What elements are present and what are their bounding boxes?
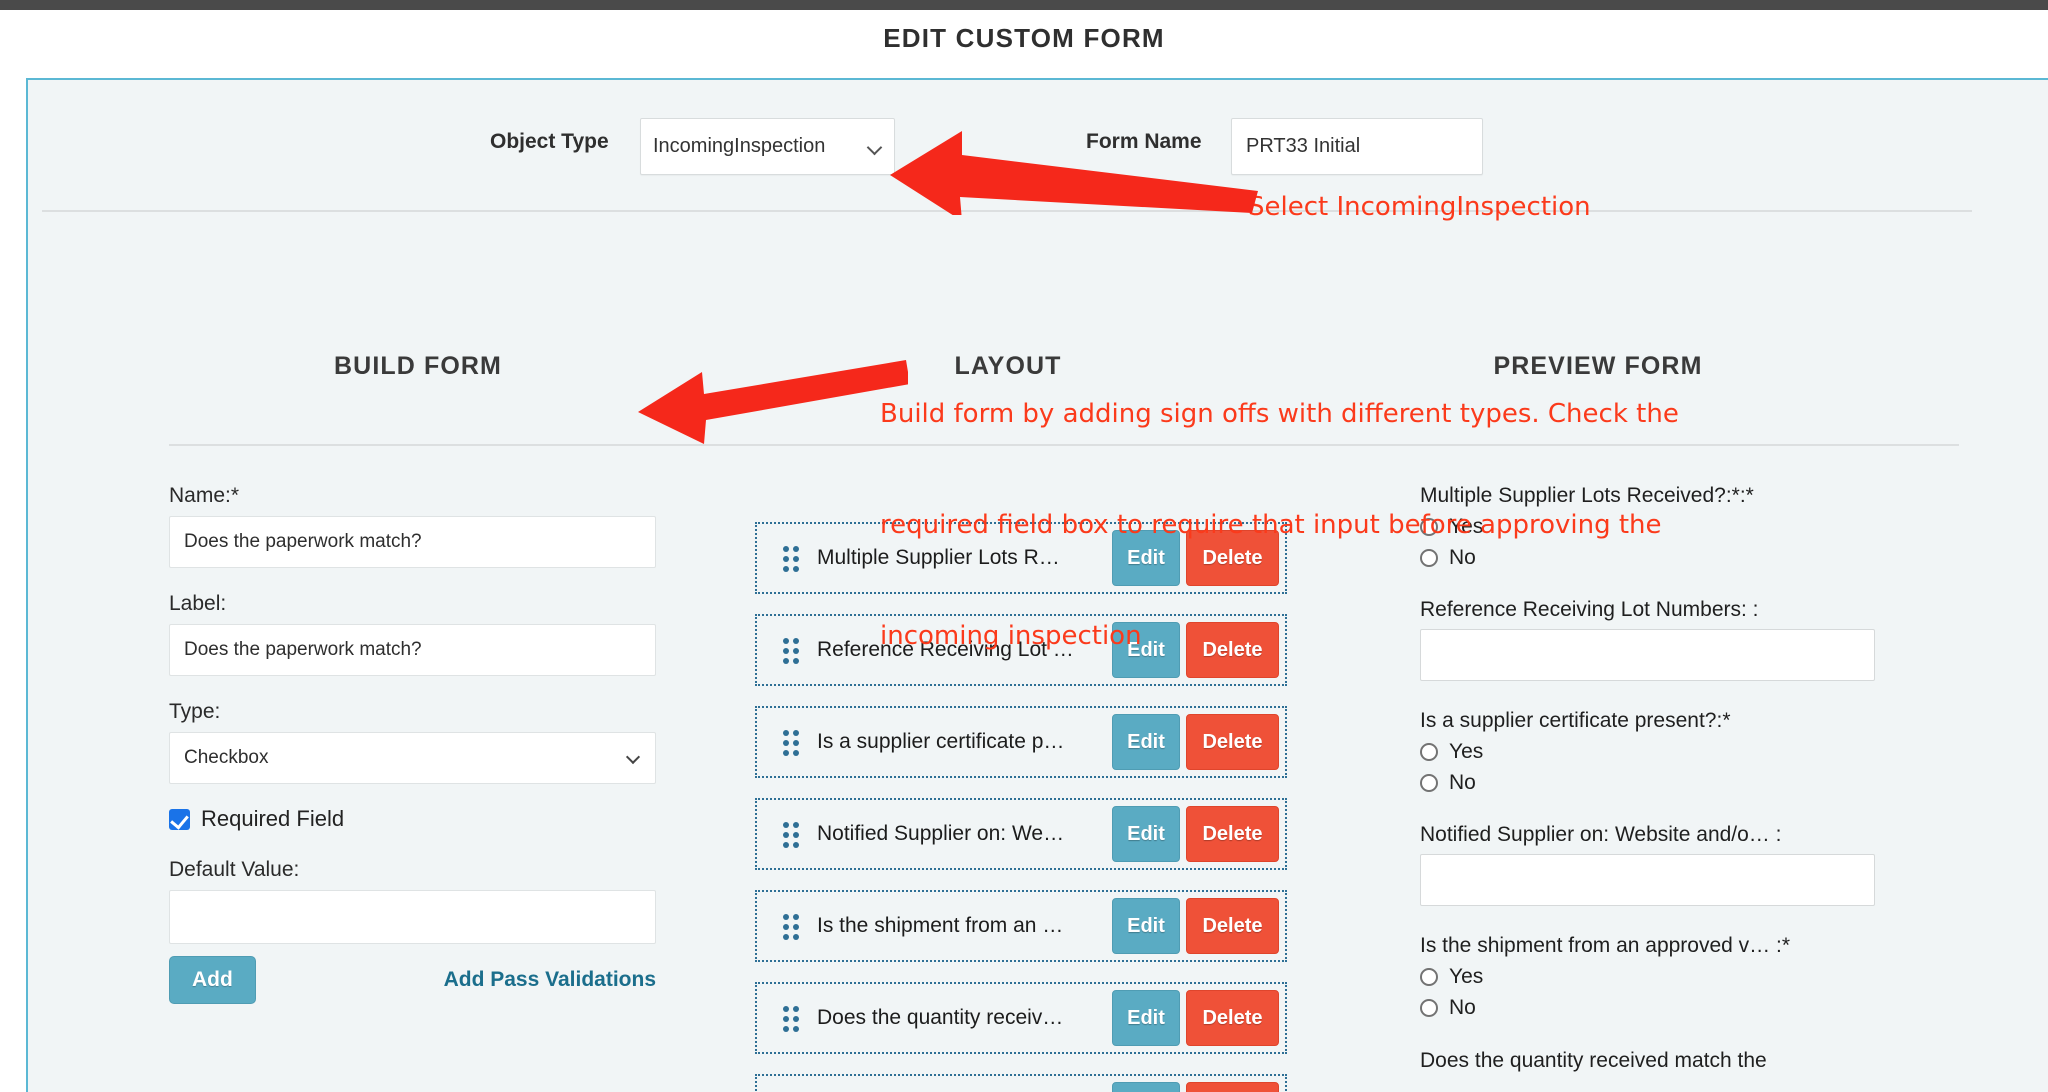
annotation-build-form-help: Build form by adding sign offs with diff… xyxy=(880,322,1679,729)
object-type-select-value: IncomingInspection xyxy=(653,135,826,157)
preview-radio-label: Yes xyxy=(1449,965,1484,988)
chevron-down-icon xyxy=(868,140,882,154)
radio-button-icon[interactable] xyxy=(1420,968,1438,986)
required-field-checkbox-row[interactable]: Required Field xyxy=(169,806,659,832)
chevron-down-icon xyxy=(627,751,641,765)
preview-text-input[interactable] xyxy=(1420,854,1875,906)
name-field-label: Name:* xyxy=(169,484,240,507)
form-name-input[interactable]: PRT33 Initial xyxy=(1231,118,1483,175)
annotation-help-line-1: Build form by adding sign offs with diff… xyxy=(880,399,1679,429)
preview-field-label: Notified Supplier on: Website and/o… : xyxy=(1420,823,1782,846)
preview-field-label-truncated: Does the quantity received match the xyxy=(1420,1049,1767,1072)
edit-button[interactable]: Edit xyxy=(1112,806,1180,862)
layout-item[interactable]: Is the shipping containe…EditDelete xyxy=(755,1074,1287,1092)
layout-item-label: Is the shipment from an … xyxy=(817,914,1064,937)
browser-chrome-bar xyxy=(0,0,2048,10)
edit-button[interactable]: Edit xyxy=(1112,898,1180,954)
drag-handle-icon[interactable] xyxy=(783,638,801,664)
page-title: EDIT CUSTOM FORM xyxy=(883,23,1165,53)
drag-handle-icon[interactable] xyxy=(783,546,801,572)
annotation-select-object-type: Select IncomingInspection xyxy=(1248,192,1591,222)
drag-handle-icon[interactable] xyxy=(783,730,801,756)
check-icon[interactable] xyxy=(169,808,190,830)
default-value-label: Default Value: xyxy=(169,858,300,881)
annotation-help-line-3: incoming inspection xyxy=(880,621,1142,651)
required-field-label: Required Field xyxy=(201,806,345,831)
delete-button[interactable]: Delete xyxy=(1186,990,1279,1046)
add-button[interactable]: Add xyxy=(169,956,256,1004)
preview-radio-option[interactable]: No xyxy=(1420,996,1890,1020)
drag-handle-icon[interactable] xyxy=(783,1006,801,1032)
type-select[interactable]: Checkbox xyxy=(169,732,656,784)
name-input[interactable]: Does the paperwork match? xyxy=(169,516,656,568)
layout-item[interactable]: Is the shipment from an … Edit Delete xyxy=(755,890,1287,962)
drag-handle-icon[interactable] xyxy=(783,914,801,940)
preview-field-group: Is the shipment from an approved v… :* Ye… xyxy=(1420,934,1890,1020)
edit-button[interactable]: Edit xyxy=(1112,990,1180,1046)
name-input-value: Does the paperwork match? xyxy=(184,531,422,552)
type-select-value: Checkbox xyxy=(184,747,269,768)
build-form-column: Name:* Does the paperwork match? Label: … xyxy=(169,484,659,1004)
object-type-select[interactable]: IncomingInspection xyxy=(640,118,895,175)
object-type-label: Object Type xyxy=(490,130,609,153)
screen: EDIT CUSTOM FORM Object Type IncomingIns… xyxy=(0,0,2048,1092)
delete-button[interactable]: Delete xyxy=(1186,1082,1279,1092)
layout-item[interactable]: Does the quantity receiv… Edit Delete xyxy=(755,982,1287,1054)
drag-handle-icon[interactable] xyxy=(783,822,801,848)
delete-button[interactable]: Delete xyxy=(1186,898,1279,954)
preview-radio-label: No xyxy=(1449,771,1476,794)
label-field-label: Label: xyxy=(169,592,227,615)
preview-field-group: Notified Supplier on: Website and/o… : xyxy=(1420,823,1890,906)
layout-item[interactable]: Notified Supplier on: We… Edit Delete xyxy=(755,798,1287,870)
form-name-input-value: PRT33 Initial xyxy=(1246,135,1361,157)
label-input-value: Does the paperwork match? xyxy=(184,639,422,660)
preview-radio-option[interactable]: No xyxy=(1420,771,1890,795)
radio-button-icon[interactable] xyxy=(1420,743,1438,761)
annotation-arrow-object-type xyxy=(890,131,1258,215)
type-field-label: Type: xyxy=(169,700,221,723)
annotation-arrow-build-form xyxy=(638,360,908,444)
default-value-input[interactable] xyxy=(169,890,656,944)
preview-radio-label: No xyxy=(1449,996,1476,1019)
radio-button-icon[interactable] xyxy=(1420,999,1438,1017)
layout-item-label: Does the quantity receiv… xyxy=(817,1006,1064,1029)
add-pass-validations-link[interactable]: Add Pass Validations xyxy=(444,968,656,992)
layout-item-label: Is a supplier certificate p… xyxy=(817,730,1065,753)
edit-button[interactable]: Edit xyxy=(1112,1082,1180,1092)
build-form-actions: Add Add Pass Validations xyxy=(169,956,656,1004)
preview-radio-option[interactable]: Yes xyxy=(1420,965,1890,989)
delete-button[interactable]: Delete xyxy=(1186,806,1279,862)
build-form-heading: BUILD FORM xyxy=(334,352,502,380)
layout-item-label: Notified Supplier on: We… xyxy=(817,822,1065,845)
label-input[interactable]: Does the paperwork match? xyxy=(169,624,656,676)
preview-radio-option[interactable]: Yes xyxy=(1420,740,1890,764)
preview-field-label: Is the shipment from an approved v… :* xyxy=(1420,934,1791,957)
radio-button-icon[interactable] xyxy=(1420,774,1438,792)
preview-radio-label: Yes xyxy=(1449,740,1484,763)
annotation-help-line-2: required field box to require that input… xyxy=(880,510,1662,540)
